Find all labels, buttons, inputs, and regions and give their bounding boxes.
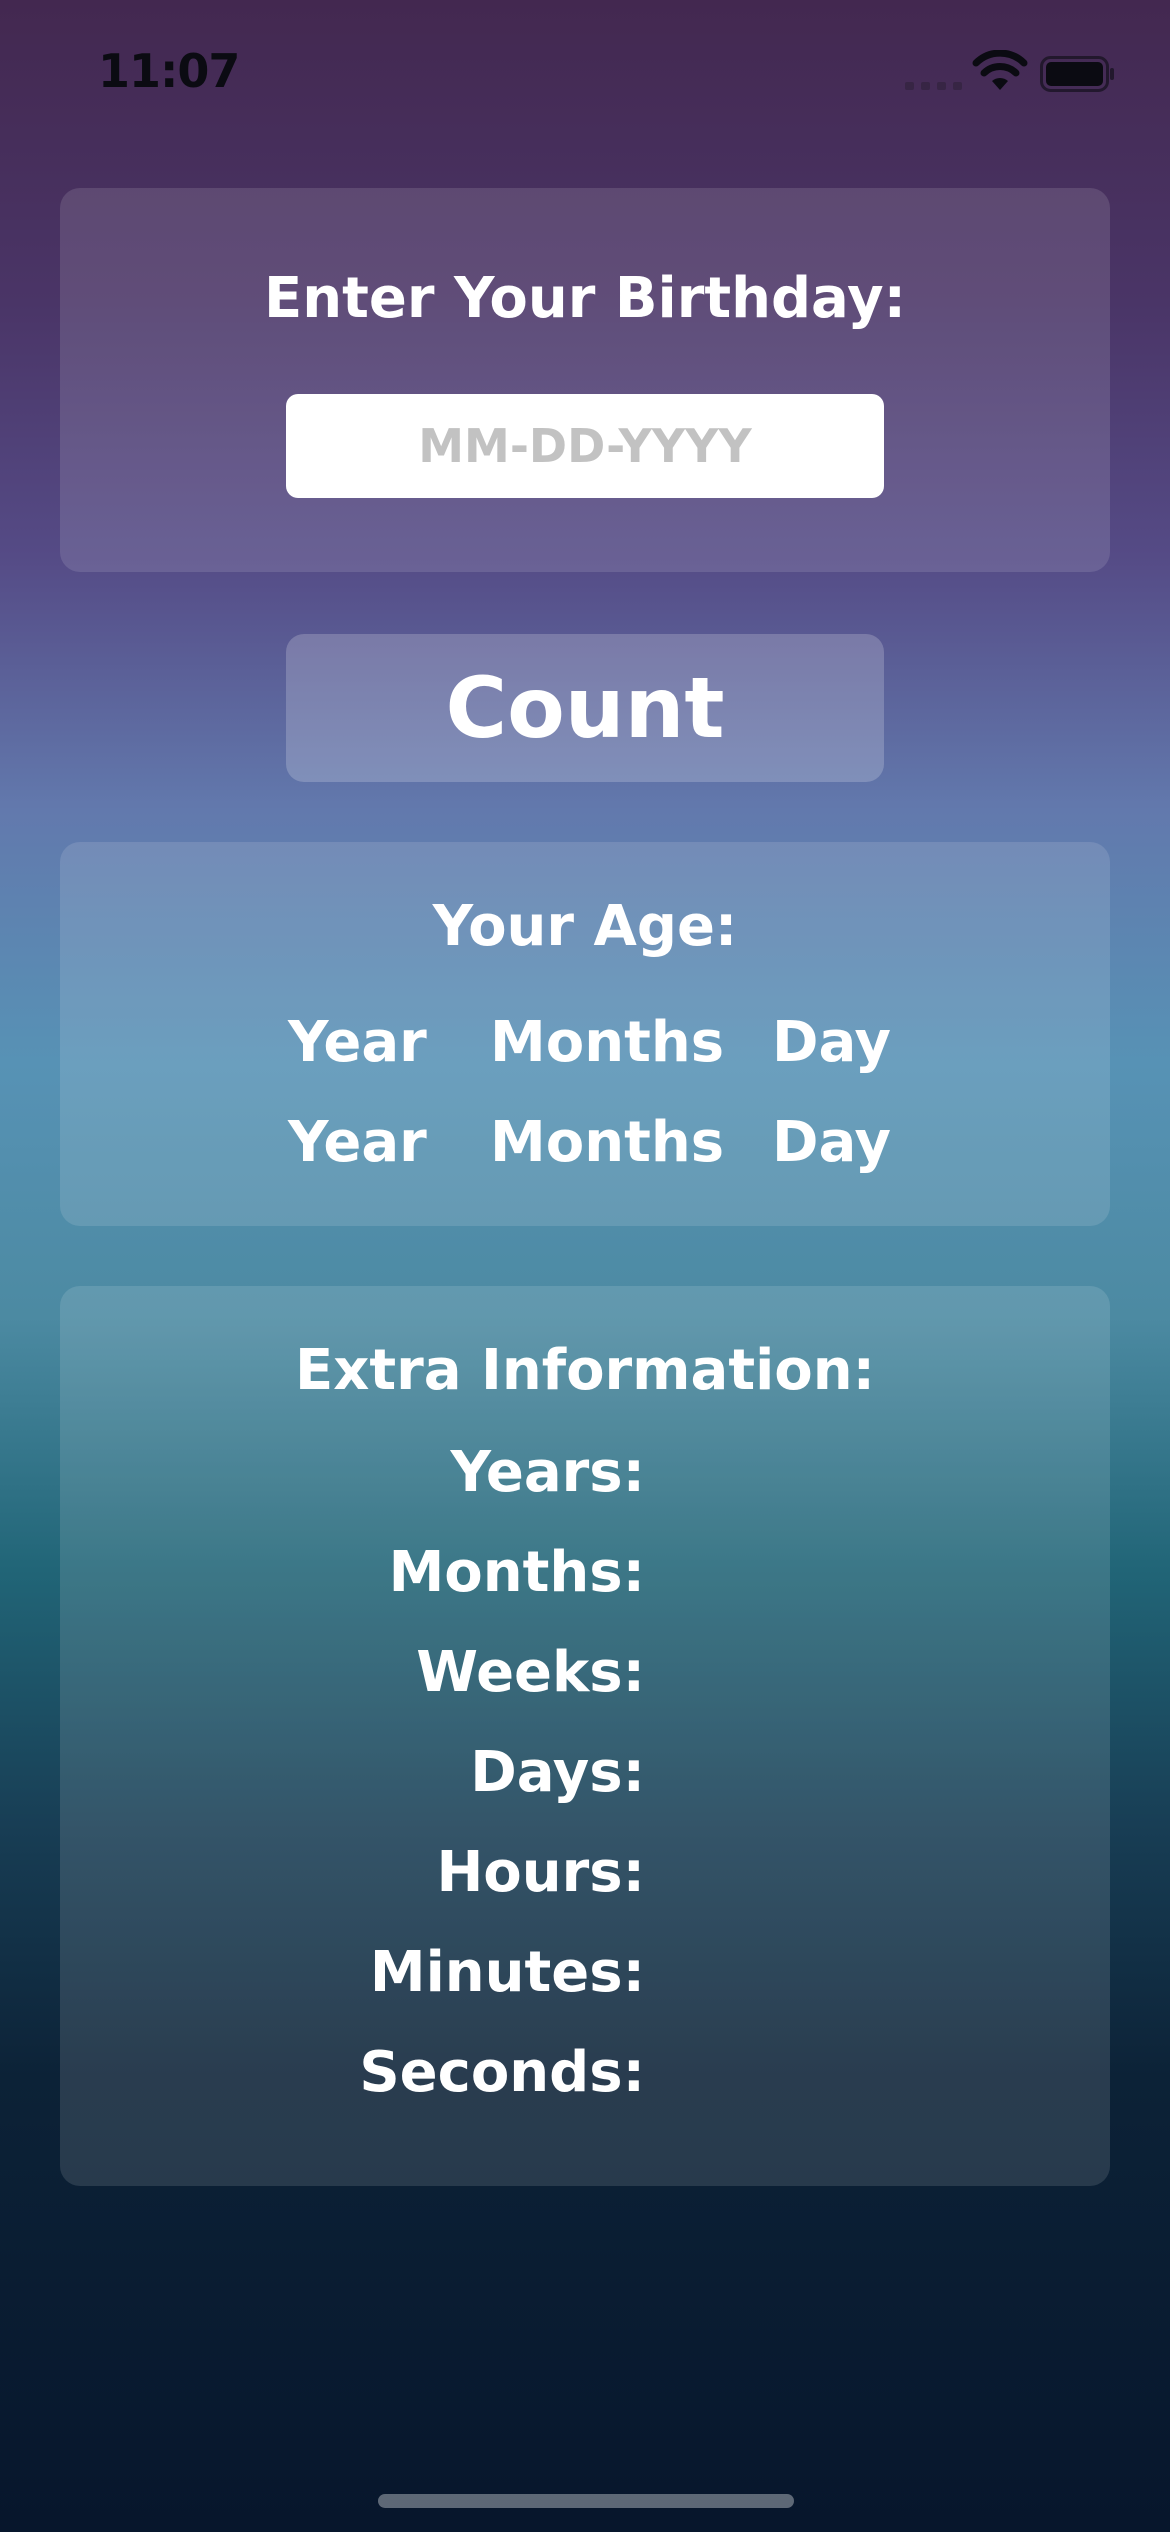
signal-icon	[905, 82, 963, 90]
age-header-row: Year Months Day	[60, 1010, 1110, 1080]
age-day-value: Day	[772, 1110, 892, 1175]
extra-info-card: Extra Information: Years: Months: Weeks:…	[60, 1286, 1110, 2186]
extra-days-label: Days:	[470, 1740, 645, 1805]
status-bar: 11:07	[0, 0, 1170, 150]
extra-minutes-label: Minutes:	[369, 1940, 645, 2005]
age-months-label: Months	[490, 1010, 725, 1075]
age-year-value: Year	[288, 1110, 427, 1175]
birthday-input[interactable]	[286, 394, 884, 498]
battery-icon	[1040, 56, 1114, 92]
status-time: 11:07	[98, 44, 240, 98]
age-months-value: Months	[490, 1110, 725, 1175]
birthday-card: Enter Your Birthday:	[60, 188, 1110, 572]
age-value-row: Year Months Day	[60, 1110, 1110, 1180]
age-title: Your Age:	[432, 894, 738, 959]
count-button[interactable]: Count	[286, 634, 884, 782]
age-day-label: Day	[772, 1010, 892, 1075]
extra-weeks-label: Weeks:	[416, 1640, 645, 1705]
age-card: Your Age: Year Months Day Year Months Da…	[60, 842, 1110, 1226]
home-indicator[interactable]	[378, 2494, 794, 2508]
extra-years-label: Years:	[450, 1440, 645, 1505]
extra-hours-label: Hours:	[436, 1840, 645, 1905]
extra-months-label: Months:	[388, 1540, 645, 1605]
wifi-icon	[972, 50, 1028, 90]
extra-seconds-label: Seconds:	[359, 2040, 645, 2105]
extra-info-title: Extra Information:	[294, 1338, 876, 1403]
birthday-title: Enter Your Birthday:	[263, 266, 907, 331]
age-year-label: Year	[288, 1010, 427, 1075]
extra-info-list: Years: Months: Weeks: Days: Hours: Minut…	[60, 1438, 645, 2138]
